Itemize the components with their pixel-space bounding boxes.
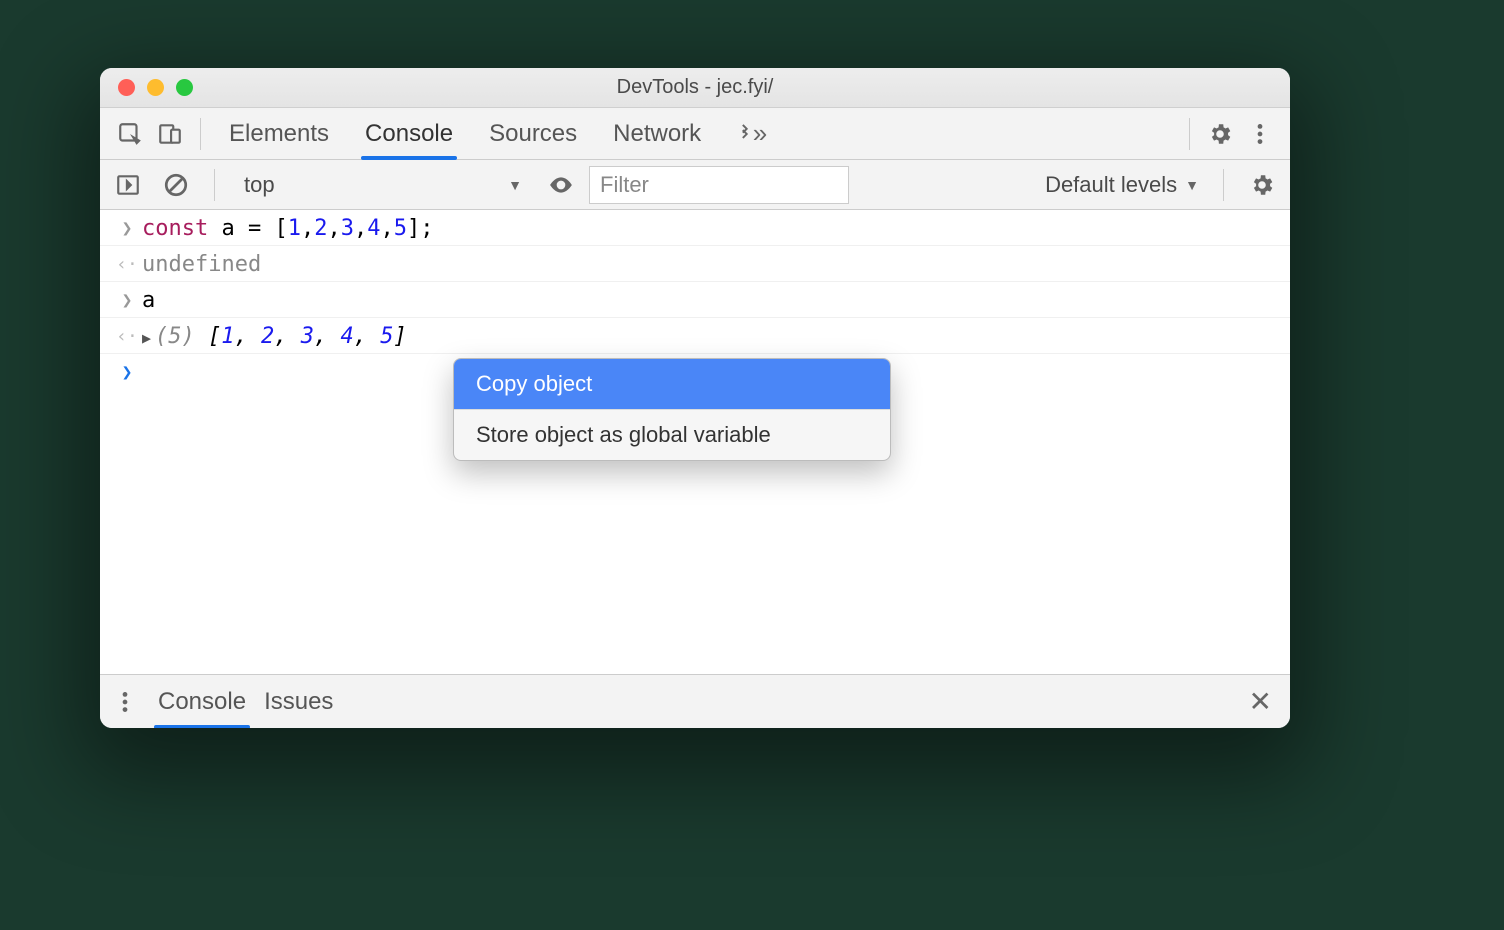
code-text: const a = [1,2,3,4,5]; <box>142 214 1290 241</box>
output-chevron-icon: ‹· <box>116 254 138 275</box>
window-titlebar: DevTools - jec.fyi/ <box>100 68 1290 108</box>
tab-console[interactable]: Console <box>365 108 453 159</box>
filter-input[interactable]: Filter <box>589 166 849 204</box>
console-toolbar: top ▼ Filter Default levels ▼ <box>100 160 1290 210</box>
window-title: DevTools - jec.fyi/ <box>100 76 1290 99</box>
console-output[interactable]: ❯ const a = [1,2,3,4,5]; ‹· undefined ❯ … <box>100 210 1290 674</box>
drawer-tab-console[interactable]: Console <box>158 675 246 728</box>
toggle-sidebar-icon[interactable] <box>108 165 148 205</box>
live-expression-eye-icon[interactable] <box>541 165 581 205</box>
divider <box>1223 169 1224 201</box>
devtools-window: DevTools - jec.fyi/ Elements Console Sou… <box>100 68 1290 728</box>
console-input-line[interactable]: ❯ a <box>100 282 1290 318</box>
output-chevron-icon: ‹· <box>116 326 138 347</box>
drawer-kebab-icon[interactable] <box>110 682 140 722</box>
drawer-toolbar: Console Issues ✕ <box>100 674 1290 728</box>
code-text: a <box>142 286 1290 313</box>
dropdown-triangle-icon: ▼ <box>508 177 522 193</box>
settings-gear-icon[interactable] <box>1200 114 1240 154</box>
zoom-window-button[interactable] <box>176 79 193 96</box>
console-result-line[interactable]: ‹· undefined <box>100 246 1290 282</box>
dropdown-triangle-icon: ▼ <box>1185 177 1199 193</box>
minimize-window-button[interactable] <box>147 79 164 96</box>
console-result-line[interactable]: ‹· ▶(5) [1, 2, 3, 4, 5] <box>100 318 1290 354</box>
context-menu: Copy object Store object as global varia… <box>453 358 891 461</box>
undefined-result: undefined <box>142 250 1290 277</box>
divider <box>200 118 201 150</box>
kebab-menu-icon[interactable] <box>1240 114 1280 154</box>
drawer-tab-issues[interactable]: Issues <box>264 675 333 728</box>
prompt-chevron-icon: ❯ <box>122 362 133 383</box>
divider <box>214 169 215 201</box>
array-result[interactable]: ▶(5) [1, 2, 3, 4, 5] <box>142 322 1290 349</box>
tab-sources[interactable]: Sources <box>489 108 577 159</box>
close-window-button[interactable] <box>118 79 135 96</box>
expand-triangle-icon[interactable]: ▶ <box>142 329 151 347</box>
menu-item-copy-object[interactable]: Copy object <box>454 359 890 409</box>
divider <box>1189 118 1190 150</box>
inspect-element-icon[interactable] <box>110 114 150 154</box>
main-toolbar: Elements Console Sources Network » <box>100 108 1290 160</box>
more-tabs-icon[interactable]: » <box>737 114 767 154</box>
console-input-line[interactable]: ❯ const a = [1,2,3,4,5]; <box>100 210 1290 246</box>
device-toolbar-icon[interactable] <box>150 114 190 154</box>
clear-console-icon[interactable] <box>156 165 196 205</box>
menu-item-store-global[interactable]: Store object as global variable <box>454 410 890 460</box>
panel-tabs: Elements Console Sources Network » <box>229 108 767 159</box>
filter-placeholder: Filter <box>600 172 649 198</box>
traffic-lights <box>118 79 193 96</box>
close-drawer-icon[interactable]: ✕ <box>1249 685 1280 718</box>
log-levels-selector[interactable]: Default levels ▼ <box>1045 172 1199 198</box>
input-chevron-icon: ❯ <box>122 218 133 239</box>
context-selector-label: top <box>244 172 275 198</box>
input-chevron-icon: ❯ <box>122 290 133 311</box>
tab-network[interactable]: Network <box>613 108 701 159</box>
context-selector[interactable]: top ▼ <box>233 165 533 205</box>
console-settings-gear-icon[interactable] <box>1242 165 1282 205</box>
tab-elements[interactable]: Elements <box>229 108 329 159</box>
log-levels-label: Default levels <box>1045 172 1177 198</box>
